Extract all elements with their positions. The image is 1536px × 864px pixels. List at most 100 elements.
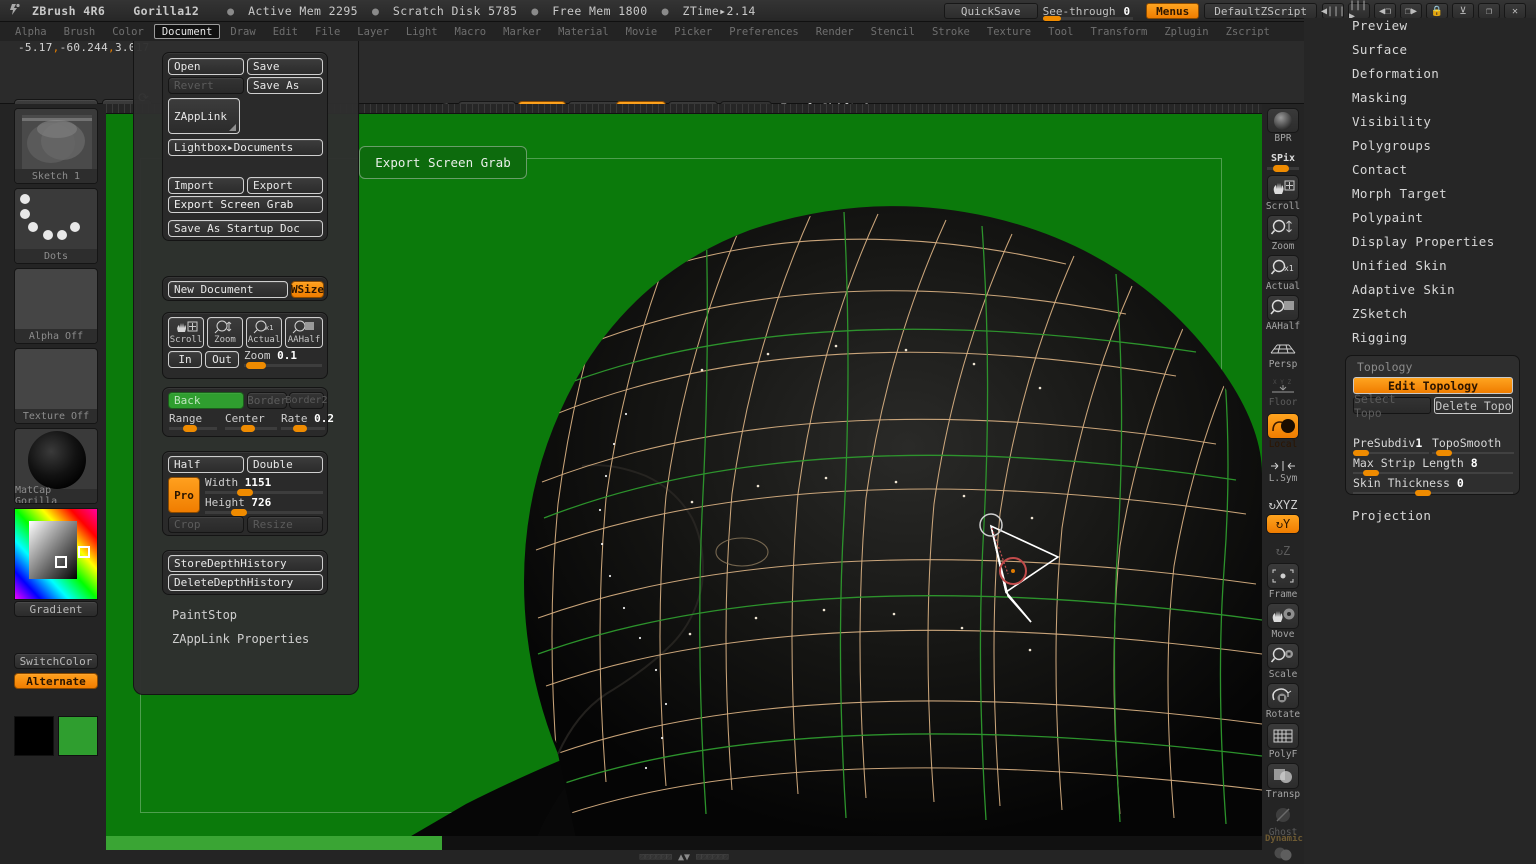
menu-item-alpha[interactable]: Alpha [8,24,54,39]
center-slider[interactable]: Center [225,412,277,430]
crop-button[interactable]: Crop [168,516,244,533]
rotate-gyro-button[interactable]: Rotate [1265,682,1301,720]
menu-item-file[interactable]: File [308,24,347,39]
move-gyro-button[interactable]: Move [1265,602,1301,640]
skin-thickness-knob[interactable] [1415,490,1431,496]
zoom-button[interactable]: Zoom [1265,214,1301,252]
import-button[interactable]: Import [168,177,244,194]
save-as-button[interactable]: Save As [247,77,323,94]
restore-icon[interactable]: ❐ [1478,3,1500,19]
aahalf-view-button[interactable]: AAHalf [285,317,323,348]
zapplink-properties-item[interactable]: ZAppLink Properties [172,632,309,646]
double-button[interactable]: Double [247,456,323,473]
switch-color-button[interactable]: SwitchColor [14,653,98,669]
menu-item-document[interactable]: Document [154,24,221,39]
zscript-button[interactable]: DefaultZScript [1204,3,1317,19]
close-icon[interactable]: ✕ [1504,3,1526,19]
menu-item-transform[interactable]: Transform [1083,24,1154,39]
save-as-startup-doc-button[interactable]: Save As Startup Doc [168,220,323,237]
zoom-in-button[interactable]: In [168,351,202,368]
lightbox-documents-button[interactable]: Lightbox▸Documents [168,139,323,156]
menu-item-picker[interactable]: Picker [667,24,719,39]
rate-knob[interactable] [293,425,307,432]
color-picker[interactable] [14,508,98,600]
sidebar-item-morph-target[interactable]: Morph Target [1352,186,1447,201]
scrollbar-thumb[interactable] [106,836,442,850]
sidebar-item-zsketch[interactable]: ZSketch [1352,306,1407,321]
sidebar-item-rigging[interactable]: Rigging [1352,330,1407,345]
quicksave-button[interactable]: QuickSave [944,3,1038,19]
sidebar-item-preview[interactable]: Preview [1352,18,1407,33]
gradient-button[interactable]: Gradient [14,601,98,617]
skin-thickness-slider[interactable]: Skin Thickness 0 [1353,476,1513,494]
menu-item-zscript[interactable]: Zscript [1219,24,1277,39]
range-knob[interactable] [183,425,197,432]
menu-item-draw[interactable]: Draw [223,24,262,39]
menu-item-preferences[interactable]: Preferences [722,24,806,39]
menu-item-light[interactable]: Light [399,24,445,39]
sidebar-item-masking[interactable]: Masking [1352,90,1407,105]
menu-item-movie[interactable]: Movie [619,24,665,39]
actual-button[interactable]: x1 Actual [1265,254,1301,292]
menu-item-material[interactable]: Material [551,24,616,39]
border2-button[interactable]: Border2 [289,392,324,409]
menu-item-texture[interactable]: Texture [980,24,1038,39]
save-button[interactable]: Save [247,58,323,75]
sidebar-item-display-properties[interactable]: Display Properties [1352,234,1495,249]
aahalf-button[interactable]: AAHalf [1265,294,1301,332]
sidebar-item-projection[interactable]: Projection [1352,508,1431,523]
export-screen-grab-tooltip[interactable]: Export Screen Grab [359,146,527,179]
local-button[interactable]: Local [1265,412,1301,450]
alpha-thumbnail[interactable]: Sketch 1 [14,108,98,184]
ghost-button[interactable]: Ghost [1265,802,1301,838]
menu-item-stencil[interactable]: Stencil [864,24,922,39]
scroll-left-icon[interactable]: ◀||| [1322,3,1344,19]
range-slider[interactable]: Range [169,412,217,430]
status-grip-icon[interactable]: ▲▼ [678,852,690,863]
frame-button[interactable]: Frame [1265,562,1301,600]
zoom-slider-knob[interactable] [246,362,266,369]
menu-item-color[interactable]: Color [105,24,151,39]
see-through-knob[interactable] [1043,16,1061,21]
scroll-view-button[interactable]: Scroll [168,317,204,348]
minimize-icon[interactable]: ⊻ [1452,3,1474,19]
solo-button[interactable]: Solo [1265,842,1301,864]
menu-item-render[interactable]: Render [809,24,861,39]
rate-slider[interactable]: Rate 0.2 [281,412,325,430]
back-color-button[interactable]: Back [168,392,244,409]
sidebar-item-unified-skin[interactable]: Unified Skin [1352,258,1447,273]
material-thumbnail[interactable]: MatCap Gorilla [14,428,98,504]
bpr-button[interactable]: BPR [1265,108,1301,144]
open-button[interactable]: Open [168,58,244,75]
actual-view-button[interactable]: x1 Actual [246,317,282,348]
xyz-rotate-button[interactable]: ↻XYZ [1265,488,1301,512]
zoom-slider[interactable]: Zoom 0.1 [244,349,322,367]
menu-item-stroke[interactable]: Stroke [925,24,977,39]
new-document-button[interactable]: New Document [168,281,288,298]
menu-item-macro[interactable]: Macro [448,24,494,39]
transparency-button[interactable]: Transp [1265,762,1301,800]
toposmooth-slider[interactable]: TopoSmooth [1432,436,1514,454]
z-rotate-button[interactable]: ↻Z [1265,536,1301,558]
see-through-slider[interactable]: See-through 0 [1043,3,1138,19]
paint-stop-item[interactable]: PaintStop [172,608,237,622]
sidebar-item-surface[interactable]: Surface [1352,42,1407,57]
delete-topo-button[interactable]: Delete Topo [1434,397,1513,414]
center-knob[interactable] [241,425,255,432]
menu-item-edit[interactable]: Edit [266,24,305,39]
store-depth-history-button[interactable]: StoreDepthHistory [168,555,323,572]
presubdiv-slider[interactable]: PreSubdiv1 [1353,436,1429,454]
wsize-button[interactable]: WSize [291,281,324,298]
sidebar-item-polygroups[interactable]: Polygroups [1352,138,1431,153]
alternate-button[interactable]: Alternate [14,673,98,689]
menu-item-marker[interactable]: Marker [496,24,548,39]
half-button[interactable]: Half [168,456,244,473]
persp-button[interactable]: Persp [1265,336,1301,370]
delete-depth-history-button[interactable]: DeleteDepthHistory [168,574,323,591]
main-color-swatch[interactable] [14,716,54,756]
canvas-horizontal-scrollbar[interactable] [106,836,1262,850]
sidebar-item-adaptive-skin[interactable]: Adaptive Skin [1352,282,1455,297]
spix-knob[interactable] [1273,165,1289,172]
scroll-button[interactable]: Scroll [1265,174,1301,212]
pro-button[interactable]: Pro [168,477,200,513]
